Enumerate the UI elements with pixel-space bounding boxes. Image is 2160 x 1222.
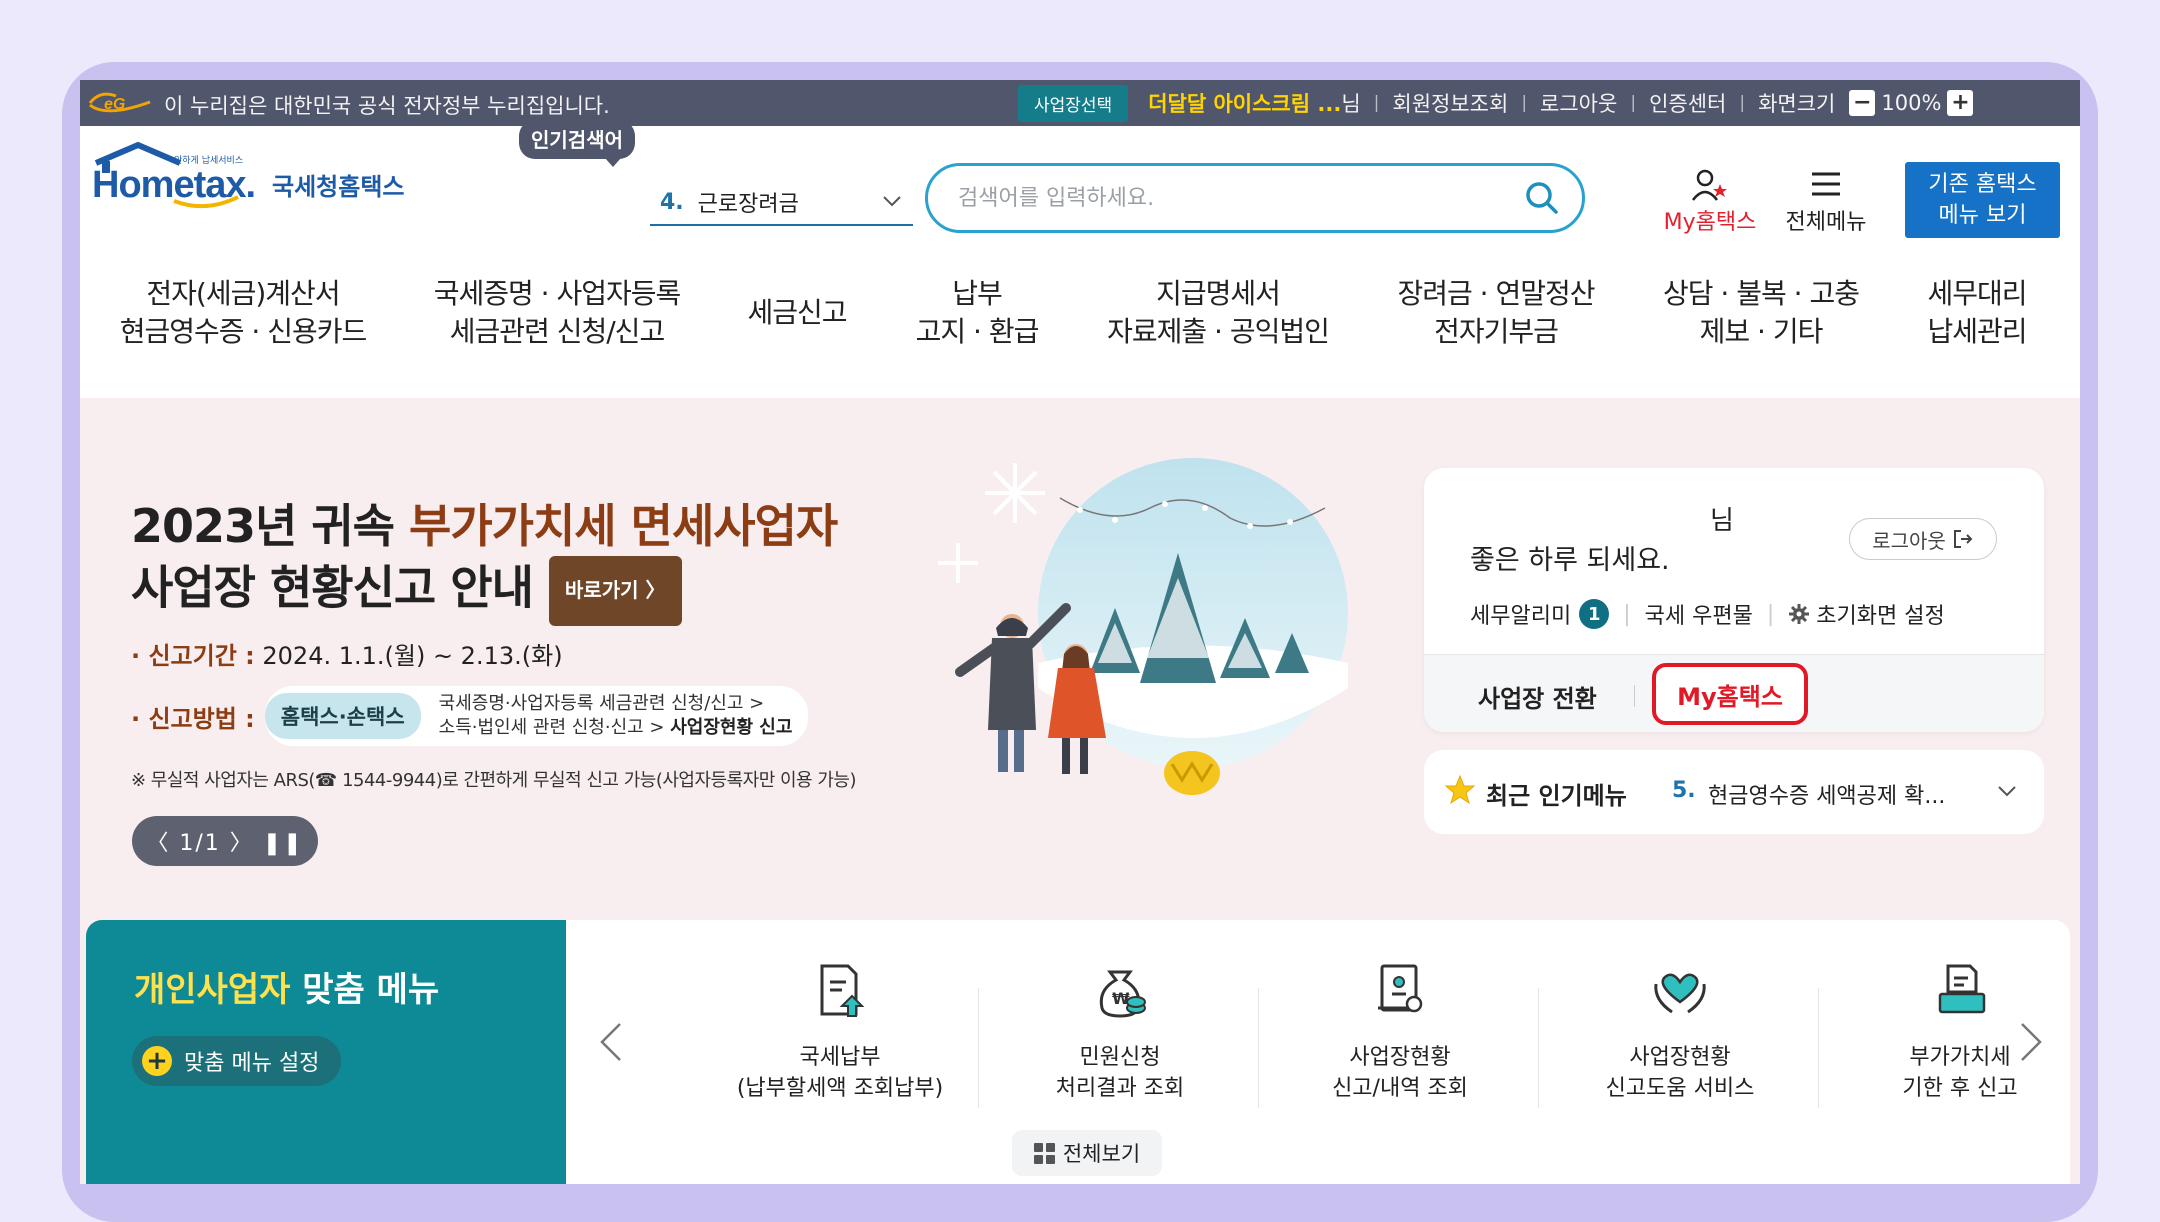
greeting-text: 좋은 하루 되세요. xyxy=(1470,545,1670,576)
file-tray-icon xyxy=(1938,964,1986,1014)
honorific: 님 xyxy=(1341,92,1361,116)
hero-note: ※ 무실적 사업자는 ARS(☎ 1544-9944)로 간편하게 무실적 신고… xyxy=(131,770,856,791)
switch-business-button[interactable]: 사업장 전환 xyxy=(1478,679,1597,714)
my-hometax-header-link[interactable]: My홈택스 xyxy=(1655,168,1765,236)
gear-icon xyxy=(1789,604,1810,624)
all-menu-label: 전체메뉴 xyxy=(1785,210,1867,235)
goto-button[interactable]: 바로가기 〉 xyxy=(548,556,682,626)
svg-text:eG: eG xyxy=(104,96,125,113)
company-name: 더달달 아이스크림 ... xyxy=(1148,92,1342,116)
user-star-icon xyxy=(1692,169,1727,201)
recent-popular-menu[interactable]: 최근 인기메뉴 5. 현금영수증 세액공제 확... xyxy=(1424,750,2044,834)
search-input[interactable] xyxy=(956,178,1496,218)
zoom-in-button[interactable]: + xyxy=(1947,90,1974,116)
coin-icon xyxy=(1164,751,1220,795)
custom-menu-title: 개인사업자 맞춤 메뉴 xyxy=(134,970,440,1010)
member-info-link[interactable]: 회원정보조회 xyxy=(1392,88,1508,118)
nav-e-invoice[interactable]: 전자(세금)계산서 현금영수증 · 신용카드 xyxy=(120,275,368,351)
user-quick-links: 세무알리미 1 | 국세 우편물 | 초기화면 설정 xyxy=(1470,598,1945,630)
logo-sub-text: 국세청홈택스 xyxy=(272,173,404,201)
popular-rank: 4. xyxy=(660,189,684,215)
zoom-out-button[interactable]: − xyxy=(1849,90,1876,116)
nav-incentive[interactable]: 장려금 · 연말정산 전자기부금 xyxy=(1397,275,1595,351)
main-navigation: 전자(세금)계산서 현금영수증 · 신용카드 국세증명 · 사업자등록 세금관련 신… xyxy=(80,275,2080,375)
chevron-down-icon xyxy=(1998,786,2016,797)
snowflake-icon xyxy=(938,463,1045,583)
custom-menu-item-civil-result[interactable]: ₩ 민원신청 처리결과 조회 xyxy=(980,960,1260,1104)
egov-logo-icon: eG xyxy=(88,92,151,113)
star-icon xyxy=(1444,774,1476,805)
recent-rank: 5. xyxy=(1672,778,1696,803)
cert-center-link[interactable]: 인증센터 xyxy=(1649,88,1726,118)
custom-menu-item-biz-status-inquiry[interactable]: 사업장현황 신고/내역 조회 xyxy=(1260,960,1540,1104)
plus-icon: + xyxy=(142,1046,172,1076)
custom-menu-item-tax-payment[interactable]: 국세납부 (납부할세액 조회납부) xyxy=(700,960,980,1104)
home-setting-link[interactable]: 초기화면 설정 xyxy=(1816,598,1944,630)
gov-banner: eG 이 누리집은 대한민국 공식 전자정부 누리집입니다. 사업장선택 더달달… xyxy=(80,80,2080,126)
popular-term: 근로장려금 xyxy=(697,192,799,217)
method-tag: 홈택스·손택스 xyxy=(264,693,421,739)
money-bag-icon: ₩ xyxy=(1099,970,1146,1018)
my-hometax-label: My홈택스 xyxy=(1663,210,1757,235)
browser-viewport: eG 이 누리집은 대한민국 공식 전자정부 누리집입니다. 사업장선택 더달달… xyxy=(80,80,2080,1184)
mailbox-link[interactable]: 국세 우편물 xyxy=(1645,598,1753,630)
hero-title[interactable]: 2023년 귀속 부가가치세 면세사업자 사업장 현황신고 안내 바로가기 〉 xyxy=(131,496,838,626)
grid-icon xyxy=(1033,1142,1055,1164)
panel-logout-button[interactable]: 로그아웃 xyxy=(1849,518,1997,560)
hamburger-icon xyxy=(1812,172,1840,196)
search-box xyxy=(925,163,1585,233)
nav-tax-agent[interactable]: 세무대리 납세관리 xyxy=(1927,275,2027,351)
user-panel: 님 좋은 하루 되세요. 로그아웃 세무알리미 1 | 국세 우편물 | 초기화… xyxy=(1424,468,2044,732)
banner-pager[interactable]: 〈 1/1 〉 ❚❚ xyxy=(132,816,318,866)
zoom-label: 화면크기 xyxy=(1758,92,1836,116)
legacy-menu-button[interactable]: 기존 홈택스 메뉴 보기 xyxy=(1905,162,2060,238)
hero-method: · 신고방법 : 홈택스·손택스 국세증명·사업자등록 세금관련 신청/신고 >… xyxy=(131,686,809,746)
custom-menu-item-vat-late-filing[interactable]: 부가가치세 기한 후 신고 xyxy=(1820,960,2070,1104)
gov-banner-text: 이 누리집은 대한민국 공식 전자정부 누리집입니다. xyxy=(164,94,610,118)
chevron-left-icon[interactable] xyxy=(596,1020,626,1064)
panel-bottom-bar: 사업장 전환 My홈택스 xyxy=(1424,654,2044,732)
nav-tax-filing[interactable]: 세금신고 xyxy=(747,294,847,332)
nav-certificate[interactable]: 국세증명 · 사업자등록 세금관련 신청/신고 xyxy=(434,275,682,351)
popular-search-dropdown[interactable]: 4. 근로장려금 xyxy=(650,180,913,226)
hero-period: · 신고기간 : 2024. 1.1.(월) ~ 2.13.(화) xyxy=(131,642,563,670)
chevron-down-icon xyxy=(883,196,901,207)
popular-search-badge: 인기검색어 xyxy=(519,120,635,167)
nav-payment[interactable]: 납부 고지 · 환급 xyxy=(916,275,1040,351)
nav-statement[interactable]: 지급명세서 자료제출 · 공익법인 xyxy=(1107,275,1330,351)
custom-menu-header: 개인사업자 맞춤 메뉴 + 맞춤 메뉴 설정 xyxy=(86,920,566,1184)
recent-label: 최근 인기메뉴 xyxy=(1486,782,1627,810)
custom-menu-section: 개인사업자 맞춤 메뉴 + 맞춤 메뉴 설정 국세납부 (납부할세액 조회납부) … xyxy=(86,920,2070,1184)
site-select-button[interactable]: 사업장선택 xyxy=(1018,84,1129,122)
recent-item: 현금영수증 세액공제 확... xyxy=(1708,784,1946,809)
view-all-button[interactable]: 전체보기 xyxy=(1012,1130,1162,1176)
custom-menu-item-biz-status-help[interactable]: 사업장현황 신고도움 서비스 xyxy=(1540,960,1820,1104)
custom-menu-setting-button[interactable]: + 맞춤 메뉴 설정 xyxy=(132,1036,342,1086)
notifier-count-badge: 1 xyxy=(1579,599,1610,629)
user-name-suffix: 님 xyxy=(1710,506,1734,536)
gov-banner-utility: 사업장선택 더달달 아이스크림 ... 님 | 회원정보조회 | 로그아웃 | … xyxy=(1018,80,1974,126)
certificate-icon xyxy=(1378,964,1423,1013)
winter-illustration xyxy=(938,458,1348,795)
hometax-logo[interactable]: 안하게 납세서비스 Hometax. 국세청홈택스 xyxy=(88,121,418,231)
zoom-value: 100% xyxy=(1881,91,1942,115)
all-menu-button[interactable]: 전체메뉴 xyxy=(1776,168,1876,236)
heart-hands-icon xyxy=(1654,973,1706,1014)
search-icon[interactable] xyxy=(1524,180,1560,216)
legacy-line2: 메뉴 보기 xyxy=(1938,203,2027,228)
logout-link[interactable]: 로그아웃 xyxy=(1540,88,1617,118)
logout-icon xyxy=(1953,530,1973,548)
tax-notifier-link[interactable]: 세무알리미 xyxy=(1470,598,1571,630)
document-upload-icon xyxy=(820,964,865,1017)
my-hometax-button[interactable]: My홈택스 xyxy=(1652,663,1808,725)
legacy-line1: 기존 홈택스 xyxy=(1928,172,2037,197)
nav-consult[interactable]: 상담 · 불복 · 고충 제보 · 기타 xyxy=(1663,275,1860,351)
